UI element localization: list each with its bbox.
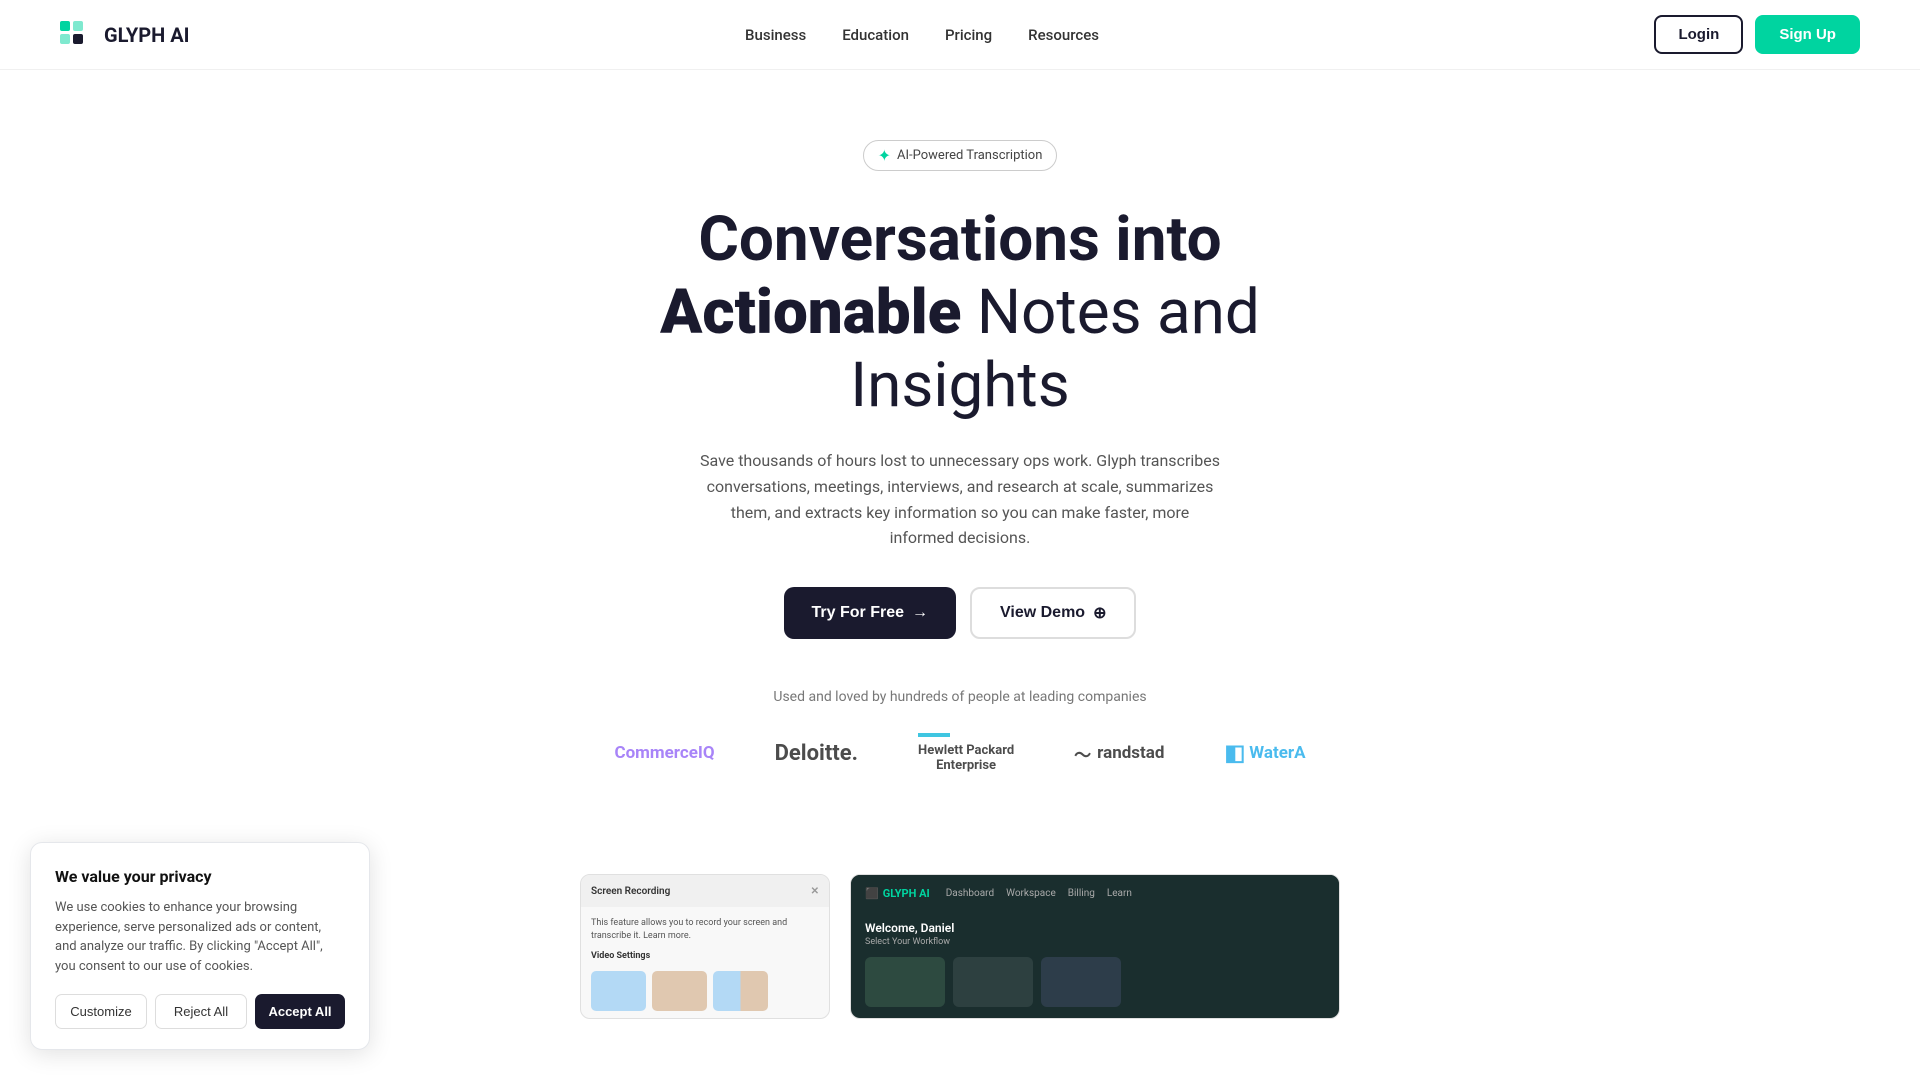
video-options	[591, 971, 819, 1011]
view-demo-label: View Demo	[1000, 604, 1085, 622]
login-button[interactable]: Login	[1654, 15, 1743, 54]
water-icon: ◧	[1224, 741, 1245, 766]
hero-headline: Conversations into Actionable Notes and …	[560, 203, 1360, 422]
signup-button[interactable]: Sign Up	[1755, 15, 1860, 54]
logo-randstad: 〜 randstad	[1074, 741, 1164, 766]
arrow-icon: →	[912, 604, 928, 622]
cookie-banner: We value your privacy We use cookies to …	[30, 842, 370, 1050]
dashboard-body: Welcome, Daniel Select Your Workflow	[851, 911, 1339, 1017]
scr-left-desc: This feature allows you to record your s…	[591, 917, 819, 942]
trusted-label: Used and loved by hundreds of people at …	[614, 689, 1305, 705]
navbar: GLYPH AI Business Education Pricing Reso…	[0, 0, 1920, 70]
logo[interactable]: GLYPH AI	[60, 21, 190, 49]
nav-actions: Login Sign Up	[1654, 15, 1860, 54]
dashboard-header: ⬛ GLYPH AI Dashboard Workspace Billing L…	[851, 875, 1339, 911]
badge-text: AI-Powered Transcription	[897, 148, 1042, 163]
screen-camera-thumb	[713, 971, 768, 1011]
screenshot-left: Screen Recording ✕ This feature allows y…	[580, 874, 830, 1019]
workflow-cards	[865, 957, 1325, 1007]
scr-left-title: Screen Recording	[591, 886, 670, 897]
play-icon: ⊕	[1093, 603, 1106, 623]
logo-deloitte: Deloitte.	[775, 741, 858, 766]
cookie-title: We value your privacy	[55, 867, 345, 886]
try-free-label: Try For Free	[812, 604, 904, 622]
workflow-text: Select Your Workflow	[865, 937, 1325, 947]
hero-buttons: Try For Free → View Demo ⊕	[784, 587, 1137, 639]
scr-left-close: ✕	[811, 886, 819, 897]
nav-pricing[interactable]: Pricing	[945, 26, 992, 44]
hero-section: ✦ AI-Powered Transcription Conversations…	[0, 70, 1920, 844]
cookie-body: We use cookies to enhance your browsing …	[55, 898, 345, 976]
welcome-text: Welcome, Daniel	[865, 921, 1325, 935]
hero-subtext: Save thousands of hours lost to unnecess…	[700, 448, 1220, 550]
nav-links: Business Education Pricing Resources	[745, 26, 1099, 44]
dash-nav-billing: Billing	[1068, 888, 1095, 899]
cookie-buttons: Customize Reject All Accept All	[55, 994, 345, 1029]
dash-nav-learn: Learn	[1107, 888, 1132, 899]
dash-nav-dashboard: Dashboard	[946, 888, 994, 899]
randstad-text: randstad	[1097, 743, 1164, 763]
scr-left-header: Screen Recording ✕	[581, 875, 829, 907]
camera-only-thumb	[652, 971, 707, 1011]
company-logos: CommerceIQ Deloitte. Hewlett PackardEnte…	[614, 733, 1305, 774]
dash-nav-workspace: Workspace	[1006, 888, 1056, 899]
dashboard-logo-text: GLYPH AI	[883, 887, 930, 900]
hero-badge: ✦ AI-Powered Transcription	[863, 140, 1058, 171]
headline-line1: Conversations into	[698, 203, 1221, 276]
nav-business[interactable]: Business	[745, 26, 806, 44]
scr-left-body: This feature allows you to record your s…	[581, 907, 829, 1019]
video-settings-label: Video Settings	[591, 950, 819, 963]
accept-button[interactable]: Accept All	[255, 994, 345, 1029]
logo-hp: Hewlett PackardEnterprise	[918, 733, 1014, 774]
logo-commerceiq: CommerceIQ	[614, 743, 714, 763]
dashboard-nav: Dashboard Workspace Billing Learn	[946, 888, 1132, 899]
view-demo-button[interactable]: View Demo ⊕	[970, 587, 1136, 639]
reject-button[interactable]: Reject All	[155, 994, 247, 1029]
trusted-section: Used and loved by hundreds of people at …	[614, 689, 1305, 774]
logo-text: GLYPH AI	[104, 23, 190, 47]
customize-button[interactable]: Customize	[55, 994, 147, 1029]
nav-education[interactable]: Education	[842, 26, 909, 44]
workflow-card-3	[1041, 957, 1121, 1007]
headline-bold: Actionable	[660, 276, 961, 349]
logo-waterai: ◧ WaterA	[1224, 741, 1305, 766]
try-free-button[interactable]: Try For Free →	[784, 587, 956, 639]
dashboard-logo-icon: ⬛	[865, 887, 879, 900]
screen-only-thumb	[591, 971, 646, 1011]
water-text: WaterA	[1249, 743, 1305, 763]
dashboard-logo: ⬛ GLYPH AI	[865, 887, 930, 900]
screenshot-right: ⬛ GLYPH AI Dashboard Workspace Billing L…	[850, 874, 1340, 1019]
workflow-card-2	[953, 957, 1033, 1007]
nav-resources[interactable]: Resources	[1028, 26, 1099, 44]
workflow-card-1	[865, 957, 945, 1007]
randstad-icon: 〜	[1074, 741, 1091, 766]
badge-icon: ✦	[878, 146, 891, 165]
